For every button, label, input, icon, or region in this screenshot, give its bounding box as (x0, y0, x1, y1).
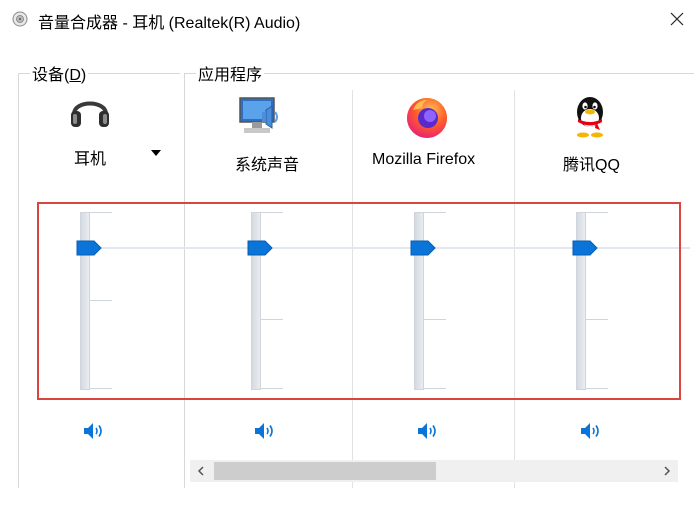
slider-tick (90, 388, 112, 389)
firefox-label: Mozilla Firefox (372, 151, 476, 168)
close-button[interactable] (660, 6, 694, 32)
slider-tick (424, 388, 446, 389)
device-mute-button[interactable] (82, 421, 104, 441)
slider-tick (90, 212, 112, 213)
level-line (96, 247, 690, 249)
scrollbar-thumb[interactable] (214, 462, 436, 480)
slider-tick (261, 212, 283, 213)
slider-tick (586, 319, 608, 320)
window-title: 音量合成器 - 耳机 (Realtek(R) Audio) (38, 15, 301, 32)
scroll-left-button[interactable] (190, 460, 212, 482)
qq-volume-slider[interactable] (576, 212, 586, 390)
system-sounds-volume-thumb[interactable] (247, 240, 273, 256)
title-bar: 音量合成器 - 耳机 (Realtek(R) Audio) (0, 0, 700, 38)
system-sounds-mute-button[interactable] (253, 421, 275, 441)
slider-tick (586, 212, 608, 213)
scroll-right-button[interactable] (656, 460, 678, 482)
headphones-icon (71, 101, 109, 127)
firefox-mute-button[interactable] (416, 421, 438, 441)
horizontal-scrollbar[interactable] (190, 460, 678, 482)
system-sounds-volume-slider[interactable] (251, 212, 261, 390)
firefox-volume-thumb[interactable] (410, 240, 436, 256)
system-sounds-icon (239, 97, 278, 133)
slider-tick (261, 388, 283, 389)
apps-group-left-line (184, 73, 185, 488)
chevron-left-icon (197, 466, 204, 476)
chevron-right-icon (664, 466, 671, 476)
device-group-label: 设备(D) (30, 61, 89, 85)
firefox-volume-slider[interactable] (414, 212, 424, 390)
slider-tick (261, 319, 283, 320)
device-group-left-line (18, 73, 19, 488)
system-sounds-label: 系统声音 (235, 157, 300, 174)
apps-group-label: 应用程序 (196, 61, 265, 85)
device-volume-slider[interactable] (80, 212, 90, 390)
qq-penguin-icon (577, 97, 603, 138)
qq-volume-thumb[interactable] (572, 240, 598, 256)
slider-tick (424, 212, 446, 213)
close-icon (670, 12, 684, 26)
device-volume-thumb[interactable] (76, 240, 102, 256)
speaker-app-icon (12, 11, 28, 27)
slider-tick (586, 388, 608, 389)
qq-mute-button[interactable] (579, 421, 601, 441)
slider-tick (424, 319, 446, 320)
slider-tick (90, 300, 112, 301)
firefox-icon (407, 98, 447, 138)
column-separator (352, 90, 353, 488)
device-name-label[interactable]: 耳机 (74, 145, 106, 169)
column-separator (514, 90, 515, 488)
device-dropdown-arrow[interactable] (151, 150, 161, 156)
qq-label: 腾讯QQ (563, 157, 620, 174)
device-accel-key: D (69, 67, 81, 84)
